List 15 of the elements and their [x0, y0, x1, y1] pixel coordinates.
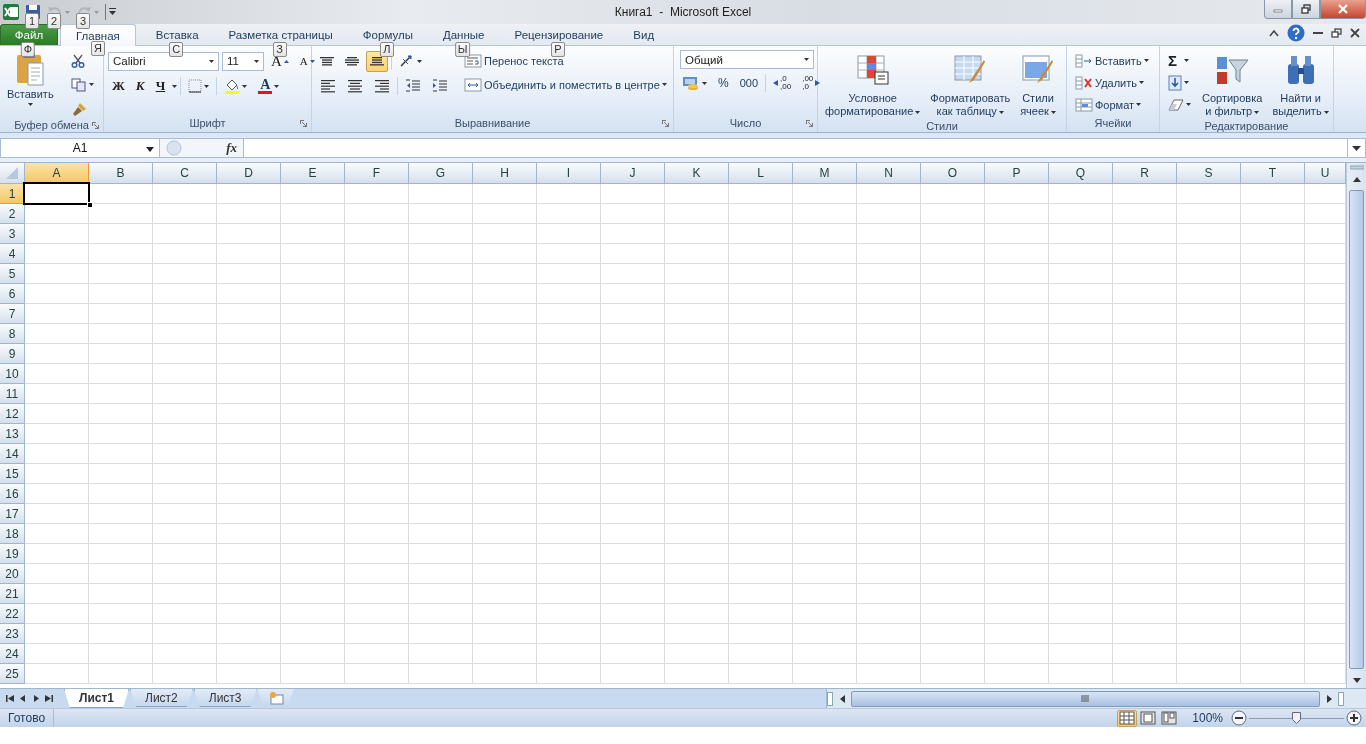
keytip-tooltip: 3 [76, 13, 90, 29]
keytip-tooltip: Ф [20, 42, 36, 57]
group-label: Число [729, 117, 762, 129]
keytip-tooltip: 2 [47, 13, 61, 29]
status-text: Готово [0, 709, 55, 727]
keytip-tooltip: С [169, 42, 184, 57]
group-label: Стили [926, 120, 958, 132]
group-label: Ячейки [1094, 117, 1132, 129]
window-title: Книга1 - Microsoft Excel [613, 5, 753, 19]
group-label: Буфер обмена [14, 119, 89, 131]
keytip-tooltip: Ы [454, 42, 471, 57]
group-label: Шрифт [189, 117, 226, 129]
group-label: Выравнивание [454, 117, 531, 129]
keytip-tooltip: 1 [25, 13, 39, 29]
group-label: Редактирование [1204, 120, 1289, 132]
